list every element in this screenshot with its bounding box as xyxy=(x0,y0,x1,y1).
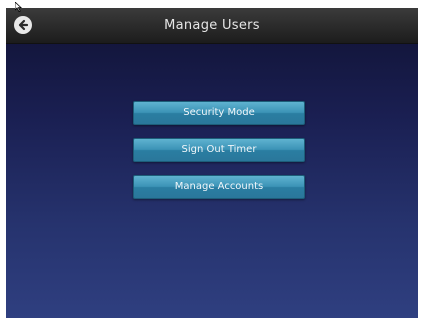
security-mode-button[interactable]: Security Mode xyxy=(133,101,305,125)
title-bar: Manage Users xyxy=(6,8,418,44)
mouse-pointer-icon xyxy=(15,2,23,12)
sign-out-timer-button[interactable]: Sign Out Timer xyxy=(133,138,305,162)
page-title: Manage Users xyxy=(164,18,260,33)
manage-accounts-button[interactable]: Manage Accounts xyxy=(133,175,305,199)
manage-users-menu: Security Mode Sign Out Timer Manage Acco… xyxy=(133,101,305,212)
device-screen: Manage Users Security Mode Sign Out Time… xyxy=(6,8,418,318)
